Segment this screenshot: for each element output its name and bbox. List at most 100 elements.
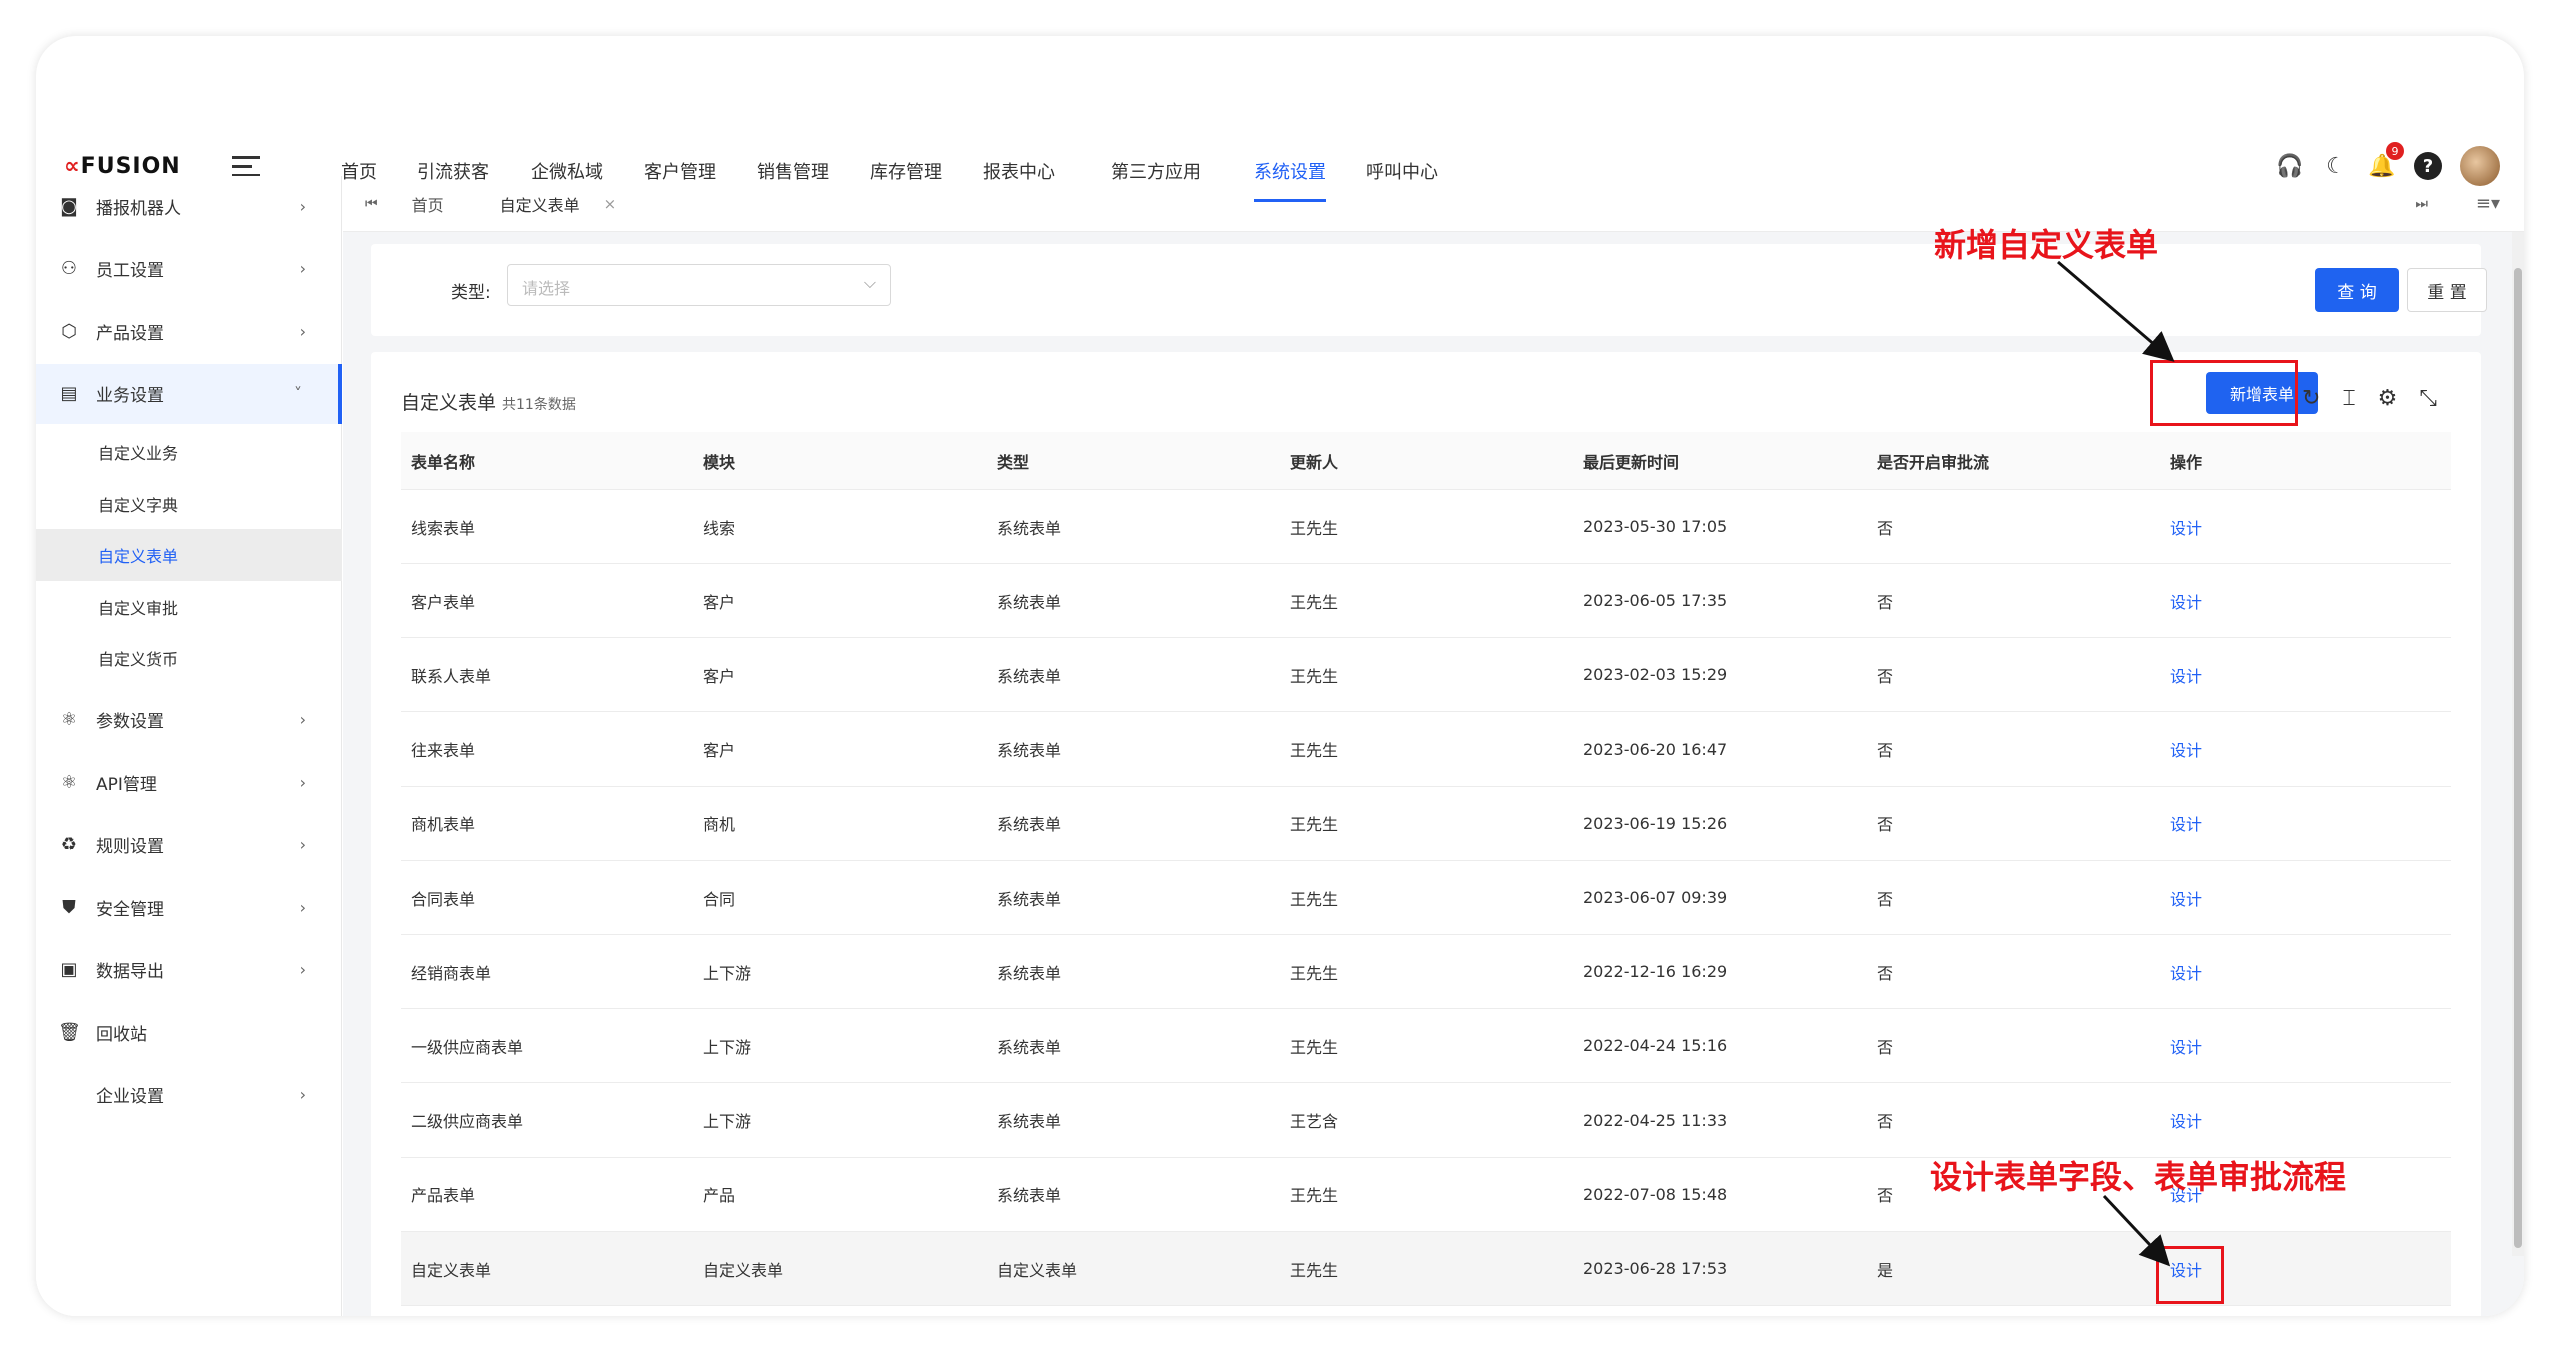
table-cell: 2023-06-19 15:26	[1583, 813, 1728, 833]
user-gear-icon: ⚇	[60, 258, 78, 279]
table-cell: 否	[1877, 741, 1894, 761]
table-cell: 系统表单	[997, 963, 1062, 983]
tab-next-icon[interactable]: ⏭	[2415, 196, 2428, 212]
sidebar-item-5[interactable]: ⚛ API管理 ›	[36, 752, 342, 812]
design-link[interactable]: 设计	[2170, 787, 2202, 860]
sidebar-subitem-1[interactable]: 自定义字典	[36, 478, 342, 530]
sidebar: ◙ 播报机器人 › ⚇ 员工设置 › ⬡ 产品设置 › ▤ 业务设置 ˅ 自定义业务 自定义字典 自定义表单…	[36, 176, 342, 1316]
annotation-design-form: 设计表单字段、表单审批流程	[1930, 1158, 2347, 1196]
sidebar-item-2[interactable]: ⬡ 产品设置 ›	[36, 301, 342, 361]
table-cell: 商机	[703, 815, 736, 835]
sidebar-item-10[interactable]: 企业设置 ›	[36, 1065, 342, 1125]
reset-button[interactable]: 重 置	[2407, 268, 2487, 312]
table-cell: 联系人表单	[411, 666, 492, 686]
table-cell: 2022-07-08 15:48	[1583, 1184, 1728, 1204]
design-link[interactable]: 设计	[2170, 564, 2202, 637]
fullscreen-icon[interactable]: ⤡	[2419, 386, 2437, 411]
notification-badge: 9	[2386, 142, 2404, 160]
hamburger-menu-icon[interactable]	[232, 156, 260, 178]
design-link[interactable]: 设计	[2170, 935, 2202, 1008]
sidebar-item-9[interactable]: 🗑 回收站	[36, 1002, 342, 1062]
table-cell: 否	[1877, 889, 1894, 909]
column-header: 表单名称	[411, 452, 476, 472]
table-cell: 2023-02-03 15:29	[1583, 665, 1728, 685]
table-cell: 上下游	[703, 1037, 752, 1057]
table-row: 一级供应商表单 上下游 系统表单 王先生 2022-04-24 15:16 否 设计	[401, 1009, 2451, 1084]
chevron-right-icon: ›	[299, 835, 306, 854]
design-link[interactable]: 设计	[2170, 1009, 2202, 1082]
chevron-right-icon: ›	[299, 196, 306, 216]
tab-prev-icon[interactable]: ⏮	[365, 196, 378, 212]
table-cell: 王先生	[1290, 889, 1339, 909]
sidebar-item-label: 企业设置	[96, 1087, 164, 1107]
sidebar-item-4[interactable]: ⚛ 参数设置 ›	[36, 690, 342, 750]
sidebar-item-label: 安全管理	[96, 899, 164, 920]
table-cell: 王先生	[1290, 666, 1339, 686]
table-cell: 否	[1877, 1037, 1894, 1057]
table-row: 客户表单 客户 系统表单 王先生 2023-06-05 17:35 否 设计	[401, 564, 2451, 639]
column-header: 模块	[703, 452, 736, 472]
chevron-right-icon: ›	[299, 1085, 306, 1104]
settings-icon[interactable]: ⚙	[2378, 386, 2398, 411]
sidebar-item-label: 业务设置	[96, 386, 164, 406]
sidebar-subitem-3[interactable]: 自定义审批	[36, 581, 342, 633]
table-row: 合同表单 合同 系统表单 王先生 2023-06-07 09:39 否 设计	[401, 861, 2451, 935]
column-header: 操作	[2170, 452, 2203, 472]
table-row: 二级供应商表单 上下游 系统表单 王艺含 2022-04-25 11:33 否 设计	[401, 1084, 2451, 1158]
annotation-box-add-button	[2150, 360, 2298, 426]
sidebar-item-1[interactable]: ⚇ 员工设置 ›	[36, 239, 342, 299]
sidebar-item-8[interactable]: ▣ 数据导出 ›	[36, 940, 342, 1000]
query-button[interactable]: 查 询	[2315, 268, 2399, 312]
refresh-icon[interactable]: ↻	[2302, 386, 2320, 411]
table-cell: 商机表单	[411, 815, 476, 835]
tab-close-icon[interactable]: ×	[604, 195, 617, 213]
atom-icon: ⚛	[60, 771, 78, 793]
column-height-icon[interactable]: ⌶	[2342, 386, 2355, 411]
table-cell: 产品表单	[411, 1186, 476, 1206]
table-cell: 合同	[703, 889, 736, 909]
table-cell: 王艺含	[1290, 1112, 1339, 1132]
design-link[interactable]: 设计	[2170, 713, 2202, 786]
table-cell: 否	[1877, 963, 1894, 983]
sidebar-item-label: 回收站	[96, 1024, 147, 1045]
sidebar-item-label: 规则设置	[96, 837, 164, 857]
sidebar-item-3[interactable]: ▤ 业务设置 ˅	[36, 363, 342, 424]
table-cell: 否	[1877, 666, 1894, 686]
sidebar-subitem-2[interactable]: 自定义表单	[36, 529, 342, 581]
table-cell: 自定义表单	[703, 1260, 784, 1280]
table-cell: 往来表单	[411, 741, 476, 761]
tab-custom-form[interactable]: 自定义表单	[489, 192, 614, 236]
table-cell: 2023-06-28 17:53	[1583, 1259, 1728, 1278]
atom-icon: ⚛	[60, 709, 78, 730]
design-link[interactable]: 设计	[2170, 861, 2202, 934]
scrollbar[interactable]	[2512, 232, 2524, 1256]
type-select[interactable]: 请选择 ⌵	[507, 264, 891, 306]
column-header: 最后更新时间	[1583, 452, 1680, 472]
filter-panel: 类型: 请选择 ⌵ 查 询 重 置	[371, 244, 2487, 336]
sidebar-subitem-4[interactable]: 自定义货币	[36, 632, 342, 684]
table-cell: 2023-06-05 17:35	[1583, 591, 1728, 611]
box-icon: ⬡	[61, 320, 77, 342]
sidebar-item-label: 员工设置	[96, 261, 164, 281]
chevron-right-icon: ›	[299, 710, 306, 729]
sidebar-subitem-0[interactable]: 自定义业务	[36, 426, 342, 478]
table-cell: 系统表单	[997, 1037, 1062, 1057]
tab-menu-icon[interactable]: ≡▾	[2476, 193, 2500, 214]
design-link[interactable]: 设计	[2170, 1084, 2202, 1157]
sidebar-item-0[interactable]: ◙ 播报机器人 ›	[36, 176, 342, 236]
table-cell: 2022-04-25 11:33	[1583, 1110, 1728, 1130]
tab-home[interactable]: 首页	[412, 192, 444, 216]
table-cell: 合同表单	[411, 889, 476, 909]
design-link[interactable]: 设计	[2170, 638, 2202, 711]
table-cell: 否	[1877, 1186, 1894, 1206]
table-cell: 客户	[703, 592, 736, 612]
recycle-icon: ♻	[60, 834, 78, 855]
table-cell: 是	[1877, 1260, 1894, 1280]
shield-icon: ⛊	[62, 896, 76, 918]
chevron-right-icon: ›	[299, 772, 306, 792]
table-cell: 王先生	[1290, 592, 1339, 612]
sidebar-item-7[interactable]: ⛊ 安全管理 ›	[36, 877, 342, 937]
sidebar-item-6[interactable]: ♻ 规则设置 ›	[36, 815, 342, 875]
design-link[interactable]: 设计	[2170, 490, 2202, 563]
sidebar-item-label: API管理	[96, 774, 157, 795]
